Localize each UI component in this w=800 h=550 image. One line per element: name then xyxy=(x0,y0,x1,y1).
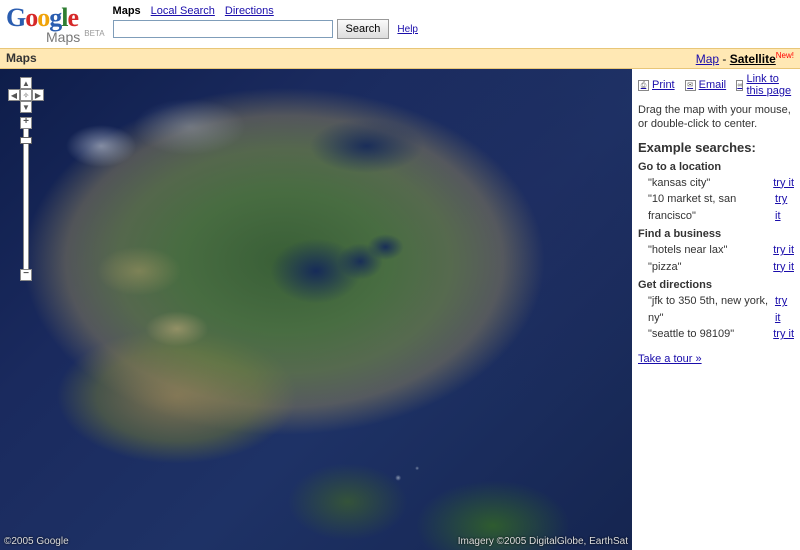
pan-control: ▲ ◀ ✧ ▶ ▼ xyxy=(8,77,44,113)
try-it-link[interactable]: try it xyxy=(775,293,794,326)
take-tour-link[interactable]: Take a tour » xyxy=(638,353,702,365)
example-row: "hotels near lax" try it xyxy=(638,242,794,259)
examples-title: Example searches: xyxy=(638,140,794,155)
example-query: "hotels near lax" xyxy=(648,242,727,259)
content: ▲ ◀ ✧ ▶ ▼ + − ©2005 Google Imagery ©2005… xyxy=(0,69,800,550)
search-row: Help xyxy=(113,19,794,39)
tab-local-search[interactable]: Local Search xyxy=(151,5,215,17)
try-it-link[interactable]: try it xyxy=(773,326,794,343)
hint-text: Drag the map with your mouse, or double-… xyxy=(638,103,794,132)
example-query: "kansas city" xyxy=(648,175,710,192)
section-business-title: Find a business xyxy=(638,228,794,240)
example-query: "pizza" xyxy=(648,259,682,276)
pan-east-button[interactable]: ▶ xyxy=(32,89,44,101)
example-row: "jfk to 350 5th, new york, ny"try it xyxy=(638,293,794,326)
zoom-slider-track[interactable] xyxy=(23,129,29,269)
product-tabs: Maps Local Search Directions xyxy=(113,5,794,17)
view-satellite-link[interactable]: Satellite xyxy=(730,52,776,66)
example-row: "pizza" try it xyxy=(638,259,794,276)
try-it-link[interactable]: try it xyxy=(773,175,794,192)
zoom-out-button[interactable]: − xyxy=(20,269,32,281)
zoom-slider-handle[interactable] xyxy=(20,137,32,144)
pan-center-button[interactable]: ✧ xyxy=(20,89,32,101)
view-bar: Maps Map - SatelliteNew! xyxy=(0,48,800,69)
email-link[interactable]: ✉Email xyxy=(685,73,727,97)
try-it-link[interactable]: try it xyxy=(773,242,794,259)
view-map-link[interactable]: Map xyxy=(696,52,719,66)
sidebar-actions: ⎙Print ✉Email ∞Link to this page xyxy=(638,73,794,97)
logo-sub: MapsBETA xyxy=(46,29,105,45)
print-link[interactable]: ⎙Print xyxy=(638,73,675,97)
pan-south-button[interactable]: ▼ xyxy=(20,101,32,113)
attribution-right: Imagery ©2005 DigitalGlobe, EarthSat xyxy=(458,536,628,547)
try-it-link[interactable]: try it xyxy=(773,259,794,276)
bar-title: Maps xyxy=(6,51,37,66)
search-input[interactable] xyxy=(113,20,333,38)
example-query: "seattle to 98109" xyxy=(648,326,734,343)
tab-directions[interactable]: Directions xyxy=(225,5,274,17)
print-icon: ⎙ xyxy=(638,80,649,91)
example-query: "10 market st, san francisco" xyxy=(648,191,775,224)
zoom-in-button[interactable]: + xyxy=(20,117,32,129)
map-controls: ▲ ◀ ✧ ▶ ▼ + − xyxy=(8,77,44,281)
section-directions-title: Get directions xyxy=(638,279,794,291)
email-icon: ✉ xyxy=(685,80,696,91)
satellite-imagery xyxy=(0,69,632,550)
section-goto-title: Go to a location xyxy=(638,161,794,173)
example-row: "kansas city" try it xyxy=(638,175,794,192)
view-switch: Map - SatelliteNew! xyxy=(696,51,794,66)
link-icon: ∞ xyxy=(736,80,743,91)
pan-north-button[interactable]: ▲ xyxy=(20,77,32,89)
sidebar: ⎙Print ✉Email ∞Link to this page Drag th… xyxy=(632,69,800,550)
tab-maps[interactable]: Maps xyxy=(113,5,141,17)
new-tag: New! xyxy=(776,51,794,60)
try-it-link[interactable]: try it xyxy=(775,191,794,224)
example-row: "10 market st, san francisco"try it xyxy=(638,191,794,224)
google-logo: Google MapsBETA xyxy=(6,3,105,45)
header: Google MapsBETA Maps Local Search Direct… xyxy=(0,0,800,48)
example-row: "seattle to 98109" try it xyxy=(638,326,794,343)
map-viewport[interactable]: ▲ ◀ ✧ ▶ ▼ + − ©2005 Google Imagery ©2005… xyxy=(0,69,632,550)
pan-west-button[interactable]: ◀ xyxy=(8,89,20,101)
zoom-control: + − xyxy=(8,117,44,281)
attribution-left: ©2005 Google xyxy=(4,536,69,547)
help-link[interactable]: Help xyxy=(397,24,418,35)
search-button[interactable] xyxy=(337,19,390,39)
permalink-link[interactable]: ∞Link to this page xyxy=(736,73,794,97)
example-query: "jfk to 350 5th, new york, ny" xyxy=(648,293,775,326)
tour-link-row: Take a tour » xyxy=(638,353,794,365)
nav-search: Maps Local Search Directions Help xyxy=(113,5,794,39)
